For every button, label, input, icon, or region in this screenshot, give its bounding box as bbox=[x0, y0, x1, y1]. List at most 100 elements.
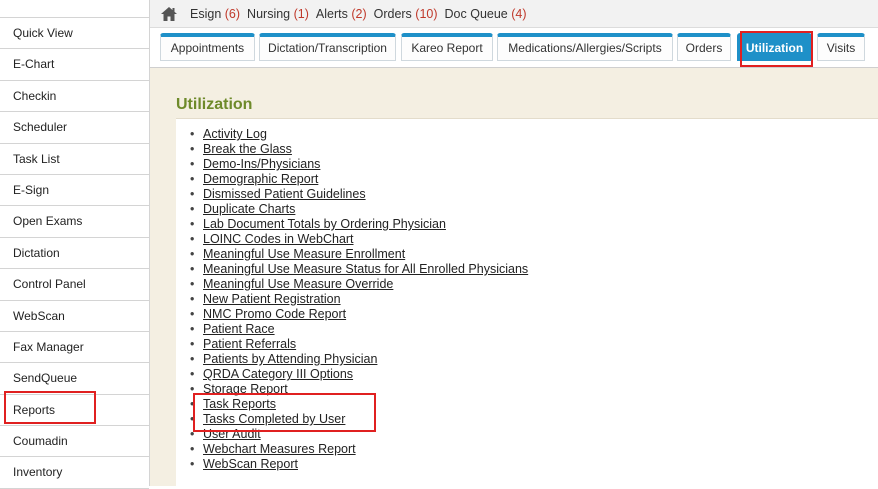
sidebar: Quick View E-Chart Checkin Scheduler Tas… bbox=[0, 0, 150, 489]
bullet-icon: • bbox=[190, 382, 195, 396]
report-link[interactable]: NMC Promo Code Report bbox=[203, 307, 346, 321]
report-link[interactable]: Duplicate Charts bbox=[203, 202, 295, 216]
tab-visits[interactable]: Visits bbox=[817, 33, 865, 61]
bullet-icon: • bbox=[190, 337, 195, 351]
queue-doc-queue[interactable]: Doc Queue (4) bbox=[445, 7, 527, 21]
report-link-item: • Break the Glass bbox=[190, 142, 528, 157]
sidebar-item-fax-manager[interactable]: Fax Manager bbox=[0, 332, 149, 364]
report-link[interactable]: Meaningful Use Measure Status for All En… bbox=[203, 262, 528, 276]
report-link-item: • Dismissed Patient Guidelines bbox=[190, 187, 528, 202]
report-link[interactable]: Patients by Attending Physician bbox=[203, 352, 377, 366]
main-content: Utilization • Activity Log • Break the Glas… bbox=[150, 68, 878, 486]
sidebar-item-task-list[interactable]: Task List bbox=[0, 144, 149, 175]
report-link-item: • Meaningful Use Measure Enrollment bbox=[190, 247, 528, 262]
tab-medications-allergies-scripts[interactable]: Medications/Allergies/Scripts bbox=[497, 33, 673, 61]
bullet-icon: • bbox=[190, 247, 195, 261]
bullet-icon: • bbox=[190, 277, 195, 291]
report-link-item: • Patient Referrals bbox=[190, 337, 528, 352]
report-link-item: • Lab Document Totals by Ordering Physici… bbox=[190, 217, 528, 232]
queue-esign-count: (6) bbox=[224, 6, 241, 21]
bullet-icon: • bbox=[190, 157, 195, 171]
queue-orders-label: Orders bbox=[373, 6, 412, 21]
queue-nursing-label: Nursing bbox=[247, 6, 291, 21]
bullet-icon: • bbox=[190, 457, 195, 471]
report-link[interactable]: Patient Race bbox=[203, 322, 275, 336]
report-link[interactable]: Lab Document Totals by Ordering Physicia… bbox=[203, 217, 446, 231]
sidebar-item-quick-view[interactable]: Quick View bbox=[0, 18, 149, 50]
report-link[interactable]: Task Reports bbox=[203, 397, 276, 411]
sidebar-item-checkin[interactable]: Checkin bbox=[0, 81, 149, 113]
home-icon[interactable] bbox=[160, 6, 178, 22]
tab-dictation-transcription[interactable]: Dictation/Transcription bbox=[259, 33, 396, 61]
report-link-item: • Tasks Completed by User bbox=[190, 412, 528, 427]
bullet-icon: • bbox=[190, 217, 195, 231]
tab-orders[interactable]: Orders bbox=[677, 33, 731, 61]
tab-kareo-report[interactable]: Kareo Report bbox=[401, 33, 493, 61]
report-link-item: • WebScan Report bbox=[190, 457, 528, 472]
sidebar-item-inventory[interactable]: Inventory bbox=[0, 457, 149, 489]
report-link-item: • Demographic Report bbox=[190, 172, 528, 187]
sidebar-item-dictation[interactable]: Dictation bbox=[0, 238, 149, 270]
report-link[interactable]: LOINC Codes in WebChart bbox=[203, 232, 354, 246]
bullet-icon: • bbox=[190, 352, 195, 366]
queue-nursing[interactable]: Nursing (1) bbox=[247, 7, 309, 21]
queue-orders[interactable]: Orders (10) bbox=[374, 7, 438, 21]
queue-alerts[interactable]: Alerts (2) bbox=[316, 7, 367, 21]
sidebar-item-e-sign[interactable]: E-Sign bbox=[0, 175, 149, 207]
report-link[interactable]: Meaningful Use Measure Override bbox=[203, 277, 393, 291]
report-link[interactable]: Activity Log bbox=[203, 127, 267, 141]
queue-orders-count: (10) bbox=[415, 6, 438, 21]
queue-alerts-label: Alerts bbox=[315, 6, 348, 21]
tab-appointments[interactable]: Appointments bbox=[160, 33, 255, 61]
sidebar-item-coumadin[interactable]: Coumadin bbox=[0, 426, 149, 458]
sidebar-item-webscan[interactable]: WebScan bbox=[0, 301, 149, 332]
queue-alerts-count: (2) bbox=[351, 6, 367, 21]
sidebar-item-sendqueue[interactable]: SendQueue bbox=[0, 363, 149, 395]
report-link[interactable]: Patient Referrals bbox=[203, 337, 296, 351]
report-link[interactable]: New Patient Registration bbox=[203, 292, 341, 306]
report-link-item: • Patients by Attending Physician bbox=[190, 352, 528, 367]
sidebar-item-reports[interactable]: Reports bbox=[0, 395, 149, 427]
sidebar-item-open-exams[interactable]: Open Exams bbox=[0, 206, 149, 238]
bullet-icon: • bbox=[190, 187, 195, 201]
report-link[interactable]: QRDA Category III Options bbox=[203, 367, 353, 381]
report-link-item: • Patient Race bbox=[190, 322, 528, 337]
report-link[interactable]: Meaningful Use Measure Enrollment bbox=[203, 247, 405, 261]
bullet-icon: • bbox=[190, 307, 195, 321]
tab-utilization[interactable]: Utilization bbox=[737, 33, 812, 61]
queue-esign[interactable]: Esign (6) bbox=[190, 7, 240, 21]
report-link-item: • Webchart Measures Report bbox=[190, 442, 528, 457]
report-link[interactable]: Demo-Ins/Physicians bbox=[203, 157, 320, 171]
sidebar-item-control-panel[interactable]: Control Panel bbox=[0, 269, 149, 301]
report-link-item: • LOINC Codes in WebChart bbox=[190, 232, 528, 247]
report-link[interactable]: Webchart Measures Report bbox=[203, 442, 356, 456]
bullet-icon: • bbox=[190, 292, 195, 306]
report-link-item: • NMC Promo Code Report bbox=[190, 307, 528, 322]
bullet-icon: • bbox=[190, 262, 195, 276]
sidebar-header-spacer bbox=[0, 0, 149, 18]
queue-esign-label: Esign bbox=[190, 6, 222, 21]
report-link-item: • New Patient Registration bbox=[190, 292, 528, 307]
report-link-item: • QRDA Category III Options bbox=[190, 367, 528, 382]
report-link-item: • Meaningful Use Measure Override bbox=[190, 277, 528, 292]
report-link-item: • Task Reports bbox=[190, 397, 528, 412]
bullet-icon: • bbox=[190, 322, 195, 336]
queue-nursing-count: (1) bbox=[293, 6, 309, 21]
report-link[interactable]: Storage Report bbox=[203, 382, 288, 396]
queue-doc-queue-label: Doc Queue bbox=[444, 6, 508, 21]
bullet-icon: • bbox=[190, 397, 195, 411]
report-link-list: • Activity Log • Break the Glass • Demo-Ins/P… bbox=[190, 127, 528, 472]
page-title: Utilization bbox=[176, 96, 253, 113]
report-link[interactable]: Tasks Completed by User bbox=[203, 412, 345, 426]
bullet-icon: • bbox=[190, 412, 195, 426]
sidebar-item-e-chart[interactable]: E-Chart bbox=[0, 49, 149, 81]
report-list-panel: • Activity Log • Break the Glass • Demo-Ins/P… bbox=[176, 118, 878, 486]
report-link[interactable]: Demographic Report bbox=[203, 172, 318, 186]
report-link[interactable]: Break the Glass bbox=[203, 142, 292, 156]
bullet-icon: • bbox=[190, 142, 195, 156]
sidebar-item-scheduler[interactable]: Scheduler bbox=[0, 112, 149, 144]
report-link[interactable]: Dismissed Patient Guidelines bbox=[203, 187, 366, 201]
bullet-icon: • bbox=[190, 367, 195, 381]
report-link[interactable]: WebScan Report bbox=[203, 457, 298, 471]
report-link[interactable]: User Audit bbox=[203, 427, 261, 441]
